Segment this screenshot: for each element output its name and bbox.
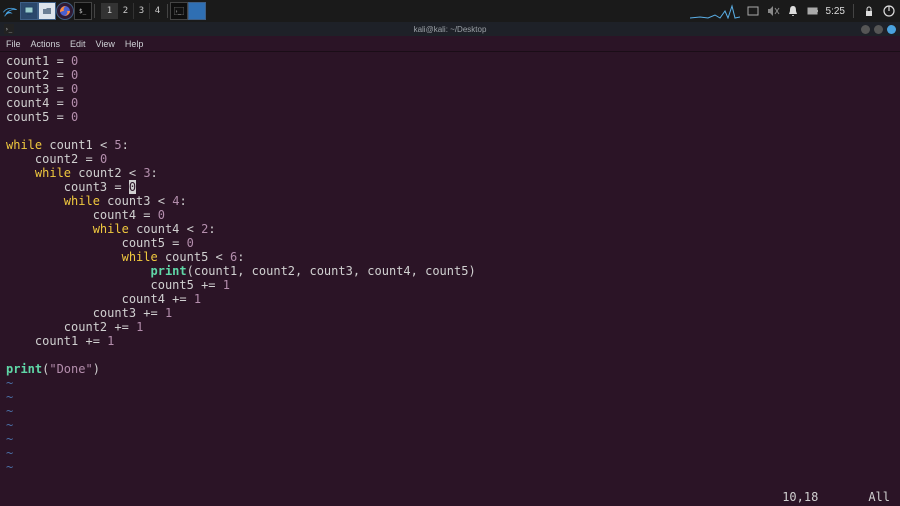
code-line: count2 += 1 (6, 320, 894, 334)
app-firefox-icon[interactable] (56, 2, 74, 20)
vim-statusbar: 10,18 All (782, 490, 890, 504)
workspace-1[interactable]: 1 (101, 3, 117, 19)
code-content: count1 = 0count2 = 0count3 = 0count4 = 0… (6, 54, 894, 474)
code-line: count5 = 0 (6, 110, 894, 124)
window-controls (861, 25, 896, 34)
vim-tilde: ~ (6, 418, 894, 432)
notification-icon[interactable] (786, 4, 800, 18)
battery-icon[interactable] (806, 4, 820, 18)
code-line: count5 += 1 (6, 278, 894, 292)
cursor-position: 10,18 (782, 490, 818, 504)
window-titlebar[interactable]: ›_ kali@kali: ~/Desktop (0, 22, 900, 36)
vim-tilde: ~ (6, 446, 894, 460)
code-line: count2 = 0 (6, 152, 894, 166)
terminal-window: ›_ kali@kali: ~/Desktop File Actions Edit V… (0, 22, 900, 506)
workspace-3[interactable]: 3 (133, 3, 149, 19)
volume-mute-icon[interactable] (766, 4, 780, 18)
svg-text:$_: $_ (79, 8, 87, 15)
code-line: count1 += 1 (6, 334, 894, 348)
kali-menu-icon[interactable] (1, 2, 19, 20)
code-line: while count3 < 4: (6, 194, 894, 208)
editor-area[interactable]: count1 = 0count2 = 0count3 = 0count4 = 0… (0, 52, 900, 506)
vim-tilde: ~ (6, 460, 894, 474)
menu-file[interactable]: File (6, 39, 21, 49)
running-panel-icon[interactable] (188, 2, 206, 20)
close-button[interactable] (887, 25, 896, 34)
code-line: count3 = 0 (6, 180, 894, 194)
code-line: while count2 < 3: (6, 166, 894, 180)
menu-edit[interactable]: Edit (70, 39, 86, 49)
taskbar-separator (853, 4, 854, 18)
vim-tilde: ~ (6, 404, 894, 418)
taskbar-separator (167, 4, 168, 18)
code-line: count3 += 1 (6, 306, 894, 320)
code-line: count2 = 0 (6, 68, 894, 82)
network-graph[interactable] (690, 3, 740, 19)
menu-actions[interactable]: Actions (31, 39, 61, 49)
taskbar-separator (94, 4, 95, 18)
taskbar-right: 5:25 (690, 3, 896, 19)
app-terminal-icon[interactable]: $_ (74, 2, 92, 20)
scroll-position: All (868, 490, 890, 504)
code-line: print(count1, count2, count3, count4, co… (6, 264, 894, 278)
code-line (6, 124, 894, 138)
code-line: while count4 < 2: (6, 222, 894, 236)
code-line: print("Done") (6, 362, 894, 376)
code-line: count4 += 1 (6, 292, 894, 306)
code-line: while count5 < 6: (6, 250, 894, 264)
vim-tilde: ~ (6, 376, 894, 390)
menu-view[interactable]: View (96, 39, 115, 49)
running-terminal-icon[interactable]: ›_ (170, 2, 188, 20)
clock[interactable]: 5:25 (826, 6, 845, 17)
window-title: kali@kali: ~/Desktop (0, 25, 900, 34)
code-line: count4 = 0 (6, 96, 894, 110)
workspace-switcher: 1234 (101, 3, 165, 19)
workspace-2[interactable]: 2 (117, 3, 133, 19)
window-tray-icon[interactable] (746, 4, 760, 18)
code-line: count3 = 0 (6, 82, 894, 96)
logout-icon[interactable] (882, 4, 896, 18)
app-monitor-icon[interactable] (20, 2, 38, 20)
minimize-button[interactable] (861, 25, 870, 34)
code-line: while count1 < 5: (6, 138, 894, 152)
vim-tilde: ~ (6, 432, 894, 446)
code-line (6, 348, 894, 362)
code-line: count5 = 0 (6, 236, 894, 250)
svg-text:›_: ›_ (175, 9, 182, 15)
vim-tilde: ~ (6, 390, 894, 404)
workspace-4[interactable]: 4 (149, 3, 165, 19)
menu-bar: File Actions Edit View Help (0, 36, 900, 52)
menu-help[interactable]: Help (125, 39, 144, 49)
lock-icon[interactable] (862, 4, 876, 18)
app-files-icon[interactable] (38, 2, 56, 20)
taskbar-left: $_ 1234 ›_ (0, 0, 206, 22)
taskbar: $_ 1234 ›_ 5:25 (0, 0, 900, 22)
maximize-button[interactable] (874, 25, 883, 34)
code-line: count4 = 0 (6, 208, 894, 222)
code-line: count1 = 0 (6, 54, 894, 68)
